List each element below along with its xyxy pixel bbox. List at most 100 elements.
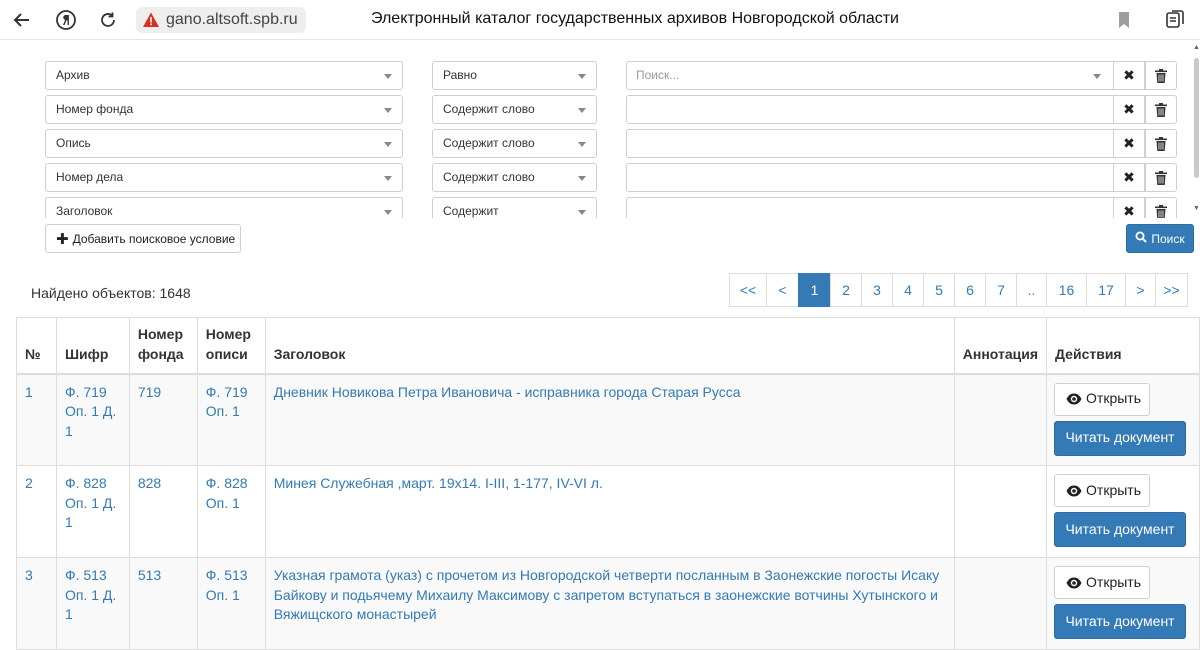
pagination-item[interactable]: 4 (892, 273, 924, 307)
cell-opis[interactable]: Ф. 513 Оп. 1 (196, 557, 266, 650)
condition-row: Номер фонда Содержит слово ✖ (0, 95, 1200, 125)
operator-select[interactable]: Равно (432, 61, 597, 90)
header-actions: Действия (1046, 317, 1200, 375)
results-count: Найдено объектов: 1648 (31, 285, 191, 301)
pagination-item[interactable]: << (729, 273, 767, 307)
trash-icon (1155, 170, 1167, 185)
cell-title[interactable]: Указная грамота (указ) с прочетом из Нов… (264, 557, 955, 650)
operator-select[interactable]: Содержит слово (432, 95, 597, 124)
scrollbar-thumb[interactable] (1194, 58, 1199, 178)
cell-title[interactable]: Минея Служебная ,март. 19х14. I-III, 1-1… (264, 465, 955, 558)
operator-select[interactable]: Содержит (432, 197, 597, 218)
search-icon (1135, 231, 1148, 246)
scroll-down-icon[interactable]: ▼ (1193, 205, 1200, 212)
pagination-item[interactable]: 6 (954, 273, 986, 307)
cell-fond[interactable]: 513 (128, 557, 198, 650)
add-condition-label: Добавить поисковое условие (72, 231, 236, 246)
chevron-down-icon (384, 108, 392, 113)
pagination-item[interactable]: 17 (1086, 273, 1126, 307)
read-document-button[interactable]: Читать документ (1054, 512, 1187, 547)
cell-opis[interactable]: Ф. 719 Оп. 1 (196, 373, 266, 466)
tabs-icon[interactable] (1163, 8, 1187, 32)
back-arrow-icon[interactable] (10, 8, 34, 32)
times-icon: ✖ (1123, 101, 1135, 117)
field-select[interactable]: Архив (45, 61, 403, 90)
pagination-item[interactable]: > (1125, 273, 1156, 307)
cell-fond[interactable]: 828 (128, 465, 198, 558)
field-select[interactable]: Номер дела (45, 163, 403, 192)
search-button[interactable]: Поиск (1126, 224, 1194, 253)
chevron-down-icon (384, 210, 392, 215)
clear-button[interactable]: ✖ (1113, 197, 1145, 218)
value-input[interactable] (626, 95, 1114, 124)
cell-code[interactable]: Ф. 828 Оп. 1 Д. 1 (55, 465, 130, 558)
value-input[interactable] (626, 163, 1114, 192)
trash-icon (1155, 136, 1167, 151)
times-icon: ✖ (1123, 67, 1135, 83)
read-document-button[interactable]: Читать документ (1054, 420, 1187, 456)
value-input[interactable] (626, 197, 1114, 218)
clear-button[interactable]: ✖ (1113, 163, 1145, 192)
pagination-item[interactable]: 5 (923, 273, 955, 307)
pagination-item[interactable]: 3 (861, 273, 893, 307)
cell-actions: Открыть Читать документ (1046, 373, 1200, 466)
clear-button[interactable]: ✖ (1113, 129, 1145, 158)
trash-icon (1155, 68, 1167, 83)
times-icon: ✖ (1123, 203, 1135, 218)
pagination-item[interactable]: 2 (830, 273, 862, 307)
cell-actions: Открыть Читать документ (1046, 465, 1200, 558)
chevron-down-icon (578, 108, 586, 113)
field-select[interactable]: Номер фонда (45, 95, 403, 124)
yandex-icon[interactable] (54, 8, 78, 32)
scroll-up-icon[interactable]: ▲ (1193, 44, 1200, 51)
cell-num[interactable]: 1 (16, 373, 57, 466)
delete-condition-button[interactable] (1145, 95, 1177, 124)
chevron-down-icon (384, 176, 392, 181)
header-num: № (16, 317, 57, 375)
pagination-ellipsis: .. (1016, 273, 1047, 307)
cell-title[interactable]: Дневник Новикова Петра Ивановича - испра… (264, 373, 955, 466)
clear-button[interactable]: ✖ (1113, 95, 1145, 124)
reload-icon[interactable] (96, 8, 120, 32)
table-row: 3 Ф. 513 Оп. 1 Д. 1 513 Ф. 513 Оп. 1 Ука… (16, 557, 1200, 650)
open-button[interactable]: Открыть (1054, 382, 1151, 416)
delete-condition-button[interactable] (1145, 197, 1177, 218)
operator-select[interactable]: Содержит слово (432, 129, 597, 158)
results-table: № Шифр Номер фонда Номер описи Заголовок… (16, 317, 1200, 650)
open-button[interactable]: Открыть (1054, 474, 1151, 507)
delete-condition-button[interactable] (1145, 129, 1177, 158)
condition-row: Заголовок Содержит ✖ (0, 197, 1200, 218)
eye-icon (1066, 393, 1082, 405)
pagination-item[interactable]: < (766, 273, 799, 307)
field-select[interactable]: Опись (45, 129, 403, 158)
open-button[interactable]: Открыть (1054, 566, 1151, 599)
pagination-item[interactable]: >> (1155, 273, 1188, 307)
field-select-value: Опись (56, 136, 91, 150)
cell-num[interactable]: 2 (16, 465, 57, 558)
pagination-item[interactable]: 1 (798, 273, 831, 307)
search-label: Поиск (1151, 231, 1185, 246)
header-annotation: Аннотация (953, 317, 1048, 375)
times-icon: ✖ (1123, 169, 1135, 185)
bookmark-icon[interactable] (1112, 8, 1136, 32)
delete-condition-button[interactable] (1145, 61, 1177, 90)
open-label: Открыть (1086, 481, 1142, 498)
clear-button[interactable]: ✖ (1113, 61, 1145, 90)
field-select[interactable]: Заголовок (45, 197, 403, 218)
value-input[interactable] (626, 129, 1114, 158)
address-bar[interactable]: gano.altsoft.spb.ru (136, 7, 306, 33)
cell-code[interactable]: Ф. 513 Оп. 1 Д. 1 (55, 557, 130, 650)
browser-toolbar: gano.altsoft.spb.ru Электронный каталог … (0, 0, 1200, 40)
value-placeholder: Поиск... (636, 68, 680, 82)
pagination-item[interactable]: 7 (985, 273, 1017, 307)
add-condition-button[interactable]: ✚ Добавить поисковое условие (45, 224, 241, 253)
cell-fond[interactable]: 719 (128, 373, 198, 466)
pagination-item[interactable]: 16 (1046, 273, 1087, 307)
cell-code[interactable]: Ф. 719 Оп. 1 Д. 1 (55, 373, 130, 466)
value-select[interactable]: Поиск... (626, 61, 1114, 90)
cell-num[interactable]: 3 (16, 557, 57, 650)
delete-condition-button[interactable] (1145, 163, 1177, 192)
pagination: << <1 2 3 4 5 6 7.. 16 17 > >> (729, 273, 1188, 307)
cell-opis[interactable]: Ф. 828 Оп. 1 (196, 465, 266, 558)
operator-select[interactable]: Содержит слово (432, 163, 597, 192)
